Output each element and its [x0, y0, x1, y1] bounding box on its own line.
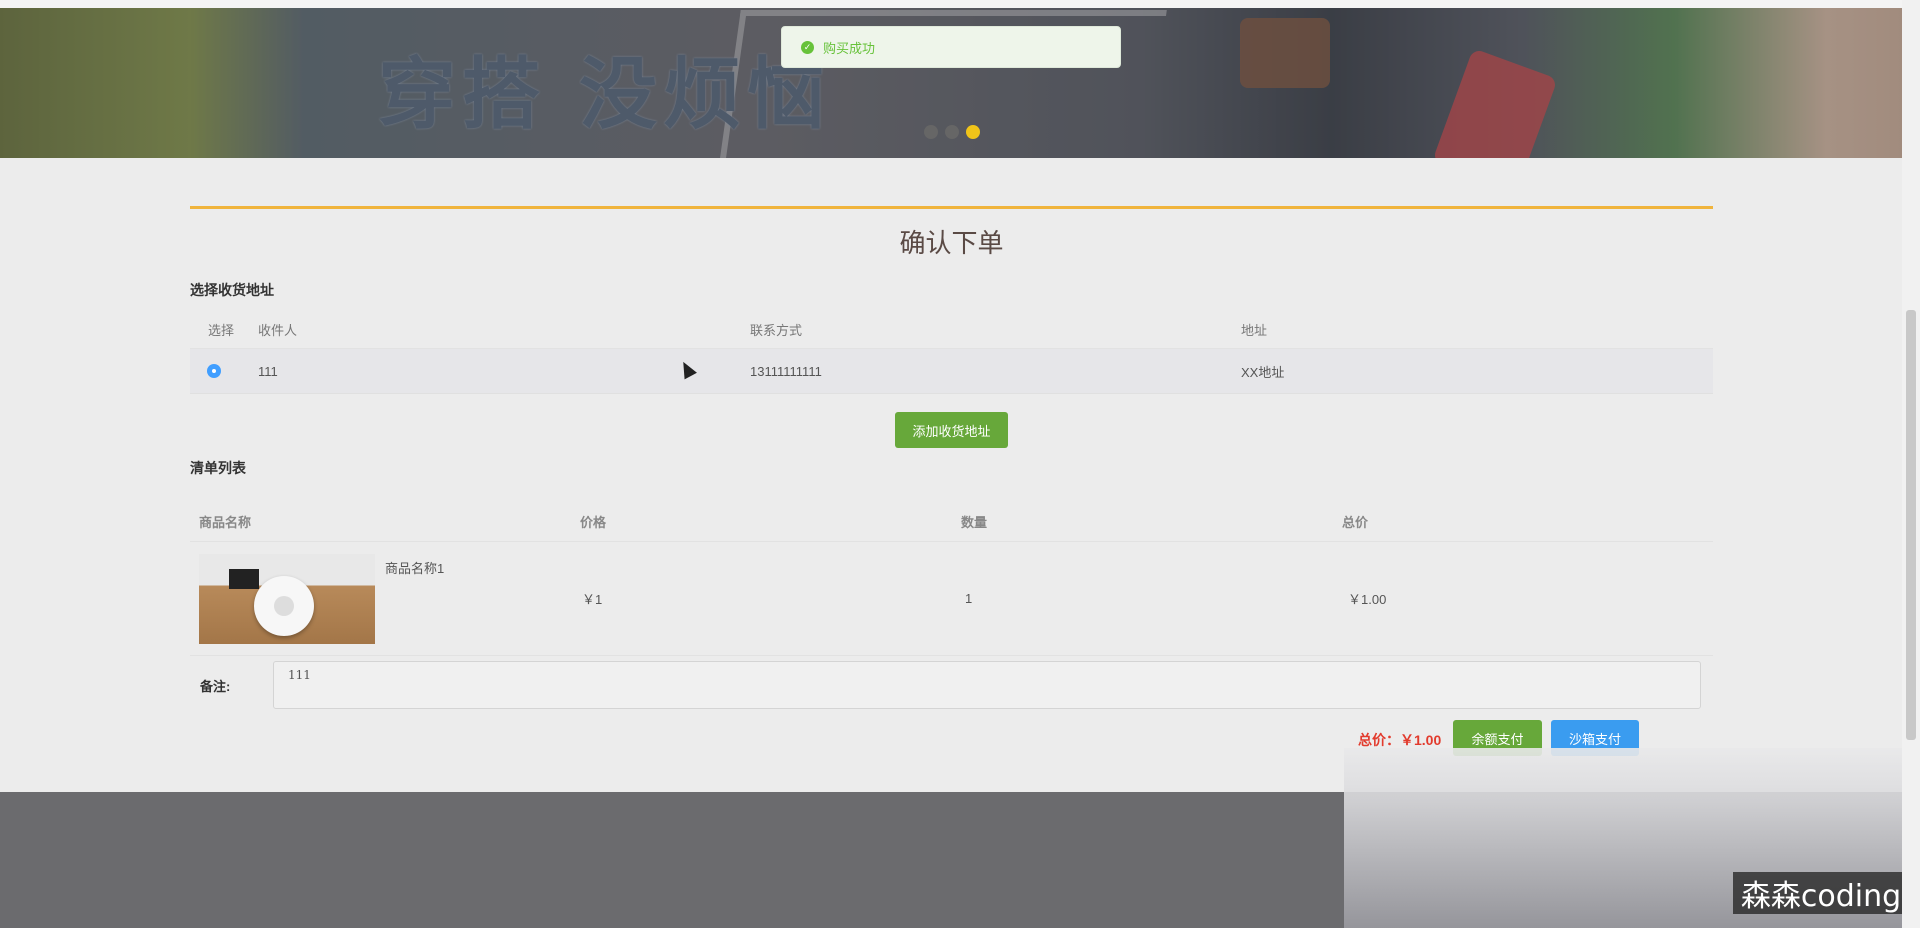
toast-message: 购买成功: [823, 40, 876, 56]
address-contact: 13111111111: [750, 363, 822, 379]
carousel-dot-2[interactable]: [945, 125, 959, 139]
address-radio-cell: [190, 365, 258, 377]
col-recipient: 收件人: [258, 322, 298, 338]
carousel-indicators: [924, 125, 980, 139]
item-price: ￥1: [582, 592, 603, 607]
carousel-dot-3[interactable]: [966, 125, 980, 139]
banner-top-strip: [0, 0, 1902, 8]
address-section-title: 选择收货地址: [190, 282, 274, 298]
remark-textarea[interactable]: 111: [273, 661, 1701, 709]
col-price: 价格: [580, 514, 607, 530]
order-confirm-panel: 确认下单 选择收货地址 选择 收件人 联系方式 地址 111 131111111…: [190, 206, 1713, 756]
item-quantity: 1: [965, 591, 973, 606]
col-contact: 联系方式: [750, 322, 803, 338]
address-row[interactable]: 111 13111111111 XX地址: [190, 349, 1713, 394]
scrollbar-thumb[interactable]: [1906, 310, 1916, 740]
col-quantity: 数量: [961, 514, 988, 530]
product-image[interactable]: [199, 553, 375, 644]
col-address: 地址: [1241, 322, 1268, 338]
carousel-dot-1[interactable]: [924, 125, 938, 139]
list-section-title: 清单列表: [190, 460, 246, 476]
item-name[interactable]: 商品名称1: [385, 558, 444, 577]
add-address-button[interactable]: 添加收货地址: [895, 412, 1008, 448]
address-recipient: 111: [258, 363, 278, 379]
address-detail: XX地址: [1241, 364, 1285, 380]
item-total: ￥1.00: [1348, 592, 1387, 607]
item-name-cell: 商品名称1: [190, 553, 580, 644]
address-table: 选择 收件人 联系方式 地址 111 13111111111 XX地址: [190, 310, 1713, 394]
address-table-header: 选择 收件人 联系方式 地址: [190, 310, 1713, 349]
banner-carousel[interactable]: 穿搭 没烦恼: [0, 0, 1902, 158]
product-image-dock: [229, 568, 259, 589]
col-total: 总价: [1342, 514, 1369, 530]
vertical-scrollbar[interactable]: [1902, 0, 1920, 928]
video-watermark: 森森coding: [1733, 872, 1909, 914]
remark-label: 备注:: [200, 679, 231, 694]
list-table-header: 商品名称 价格 数量 总价: [190, 501, 1713, 542]
banner-slogan: 穿搭 没烦恼: [378, 50, 832, 140]
product-image-robot: [254, 575, 314, 636]
title-divider: [190, 206, 1713, 209]
check-circle-icon: ✓: [801, 40, 814, 54]
list-item: 商品名称1 ￥1 1 ￥1.00: [190, 542, 1713, 656]
col-name: 商品名称: [199, 514, 252, 530]
col-select: 选择: [208, 322, 235, 338]
success-toast: ✓ 购买成功: [781, 26, 1121, 68]
page-title: 确认下单: [899, 228, 1004, 258]
address-radio[interactable]: [208, 365, 220, 377]
order-total: 总价：￥1.00: [1358, 732, 1442, 748]
